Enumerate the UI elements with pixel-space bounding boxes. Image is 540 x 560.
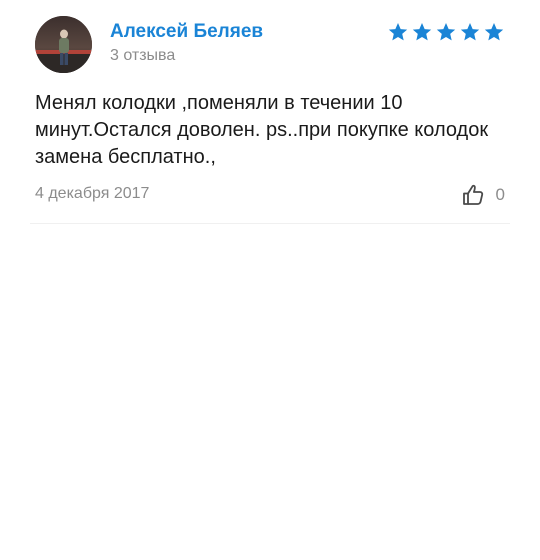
author-review-count: 3 отзыва [110,47,176,64]
star-icon [460,23,480,41]
review-text: Менял колодки ,поменяли в течении 10 мин… [35,92,489,168]
avatar-photo [35,16,92,73]
star-icon [484,23,504,41]
like-count: 0 [495,185,505,204]
divider [30,223,510,224]
avatar[interactable] [35,16,92,73]
star-icon [412,23,432,41]
star-rating [387,21,505,43]
star-icon [436,23,456,41]
review-card: Алексей Беляев 3 отзыва Менял колодки ,п… [0,0,540,225]
star-icon [388,23,408,41]
thumbs-up-icon[interactable] [462,183,486,207]
review-date: 4 декабря 2017 [35,185,150,202]
like-button[interactable]: 0 [462,183,505,207]
author-name[interactable]: Алексей Беляев [110,21,263,43]
